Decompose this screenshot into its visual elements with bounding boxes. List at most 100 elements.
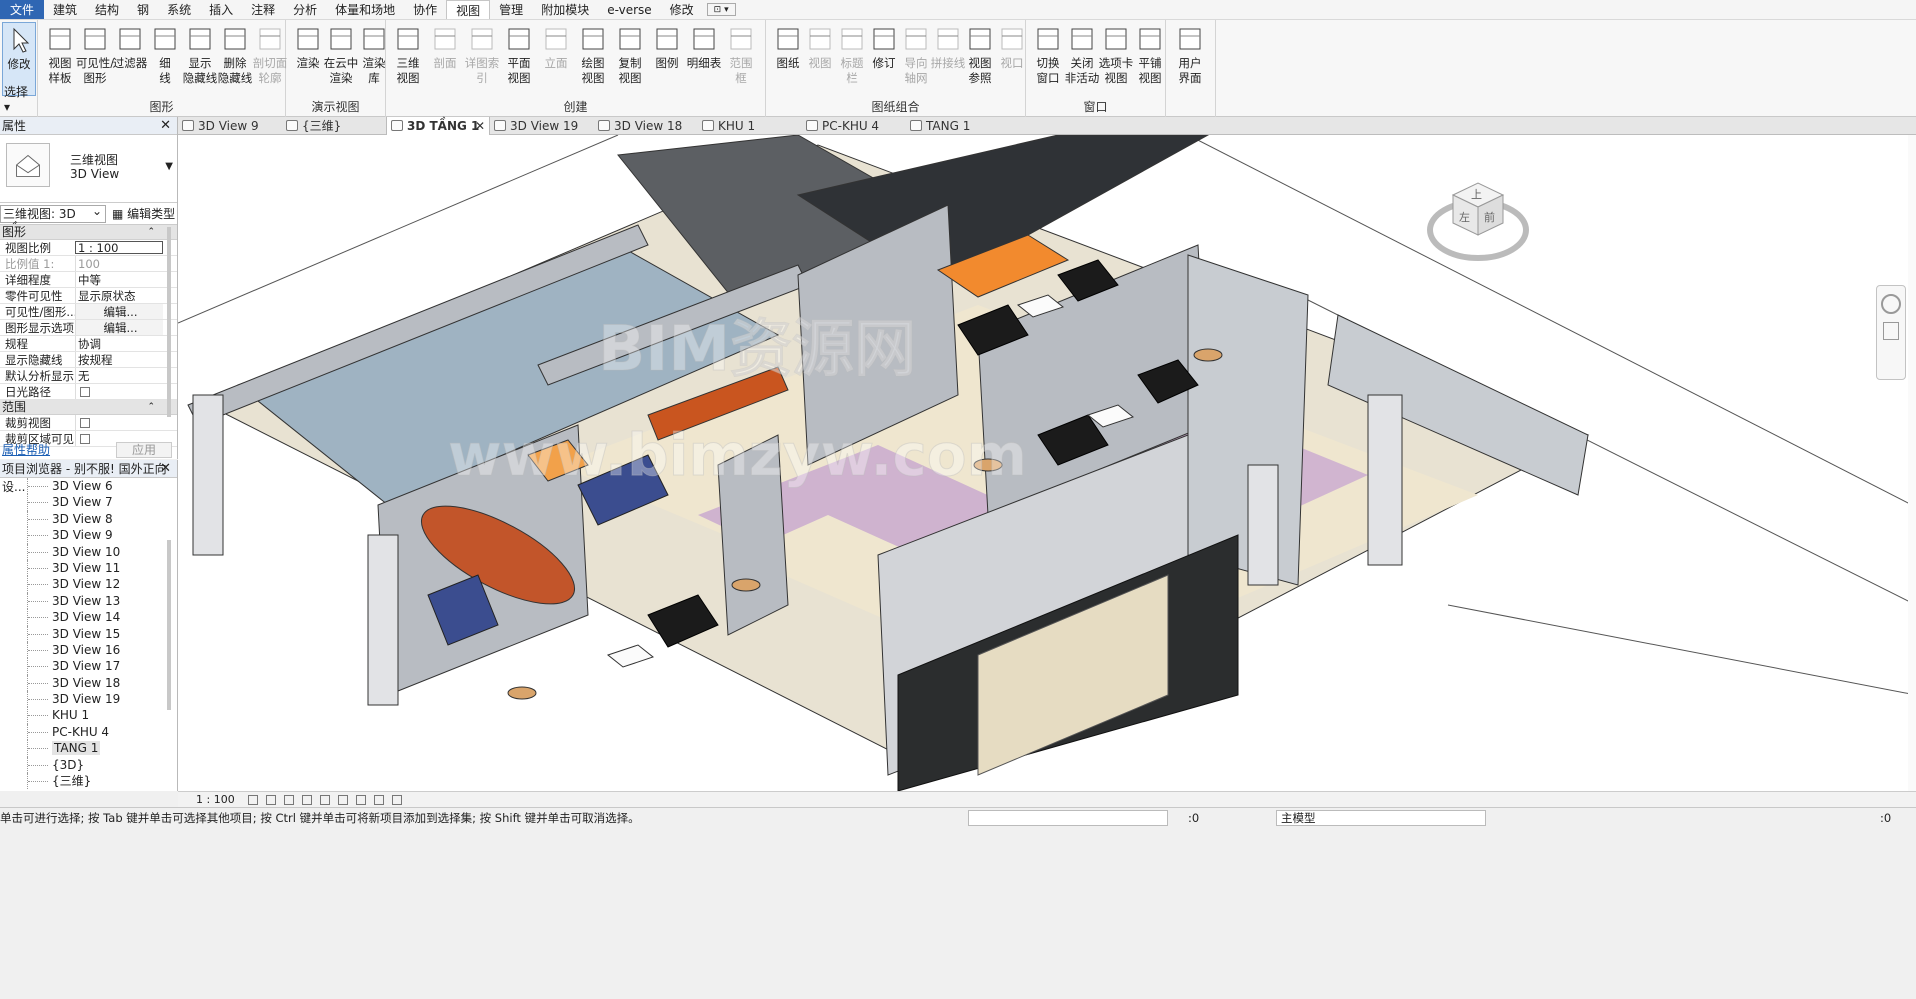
property-value[interactable]: 显示原状态 <box>75 288 163 303</box>
menu-item[interactable]: 注释 <box>242 0 284 19</box>
render-icon[interactable] <box>320 795 330 805</box>
browser-item[interactable]: 3D View 14 <box>0 609 170 626</box>
edit-type-button[interactable]: ▦ 编辑类型 <box>112 205 175 222</box>
browser-item[interactable]: KHU 1 <box>0 707 170 725</box>
property-value[interactable]: 编辑... <box>75 304 163 319</box>
menu-item[interactable]: ⊡ ▾ <box>706 3 736 16</box>
ribbon-tool[interactable]: 用户 界面 <box>1170 22 1210 86</box>
browser-item[interactable]: 3D View 10 <box>0 543 170 561</box>
menu-item[interactable]: 文件 <box>0 0 45 19</box>
property-value[interactable]: 100 <box>75 256 163 271</box>
view-tab[interactable]: 3D View 9 <box>178 117 282 135</box>
menu-item[interactable]: e-verse <box>598 0 660 19</box>
view-tab[interactable]: 3D TẦNG 1 ✕ <box>386 117 490 135</box>
property-value[interactable]: 按规程 <box>75 352 163 367</box>
select-dropdown[interactable]: 选择 ▾ <box>4 83 37 114</box>
type-selector[interactable]: 三维视图 3D View ▼ <box>0 135 177 203</box>
ribbon-tool[interactable]: 细 线 <box>145 22 185 86</box>
view-tab[interactable]: KHU 1 <box>698 117 802 135</box>
browser-item[interactable]: 3D View 7 <box>0 494 170 512</box>
workset-dropdown[interactable] <box>968 810 1168 826</box>
menu-item[interactable]: 视图 <box>446 0 491 19</box>
browser-item[interactable]: 3D View 18 <box>0 674 170 692</box>
browser-item[interactable]: 3D View 16 <box>0 641 170 659</box>
viewport-scrollbar[interactable] <box>1908 135 1916 791</box>
ribbon-tool[interactable]: 明细表 <box>684 22 724 71</box>
ribbon-tool[interactable]: 平面 视图 <box>499 22 539 86</box>
ribbon-tool[interactable]: 显示 隐藏线 <box>180 22 220 86</box>
ribbon-tool[interactable]: 视图 样板 <box>40 22 80 86</box>
property-value[interactable] <box>75 384 163 399</box>
menu-item[interactable]: 体量和场地 <box>326 0 404 19</box>
lock-icon[interactable] <box>374 795 384 805</box>
property-checkbox[interactable] <box>80 418 90 428</box>
menu-item[interactable]: 协作 <box>404 0 446 19</box>
browser-item[interactable]: {3D} <box>0 756 170 774</box>
browser-item[interactable]: 3D View 19 <box>0 691 170 708</box>
browser-item[interactable]: 3D View 13 <box>0 592 170 610</box>
design-option-dropdown[interactable]: 主模型 <box>1276 810 1486 826</box>
ribbon-tool[interactable]: 过滤器 <box>110 22 150 71</box>
property-value[interactable]: 1 : 100 <box>75 241 163 254</box>
browser-scrollbar[interactable] <box>167 540 171 710</box>
viewcube[interactable]: 上 左 前 <box>1427 182 1529 261</box>
browser-item[interactable]: 3D View 15 <box>0 625 170 643</box>
menu-item[interactable]: 钢 <box>128 0 158 19</box>
menu-item[interactable]: 分析 <box>284 0 326 19</box>
browser-item[interactable]: TANG 1 <box>0 740 170 758</box>
property-value[interactable]: 无 <box>75 368 163 383</box>
view-tab[interactable]: 3D View 19 <box>490 117 594 135</box>
browser-item[interactable]: 3D View 8 <box>0 510 170 528</box>
browser-item[interactable]: 3D View 9 <box>0 527 170 544</box>
menu-item[interactable]: 附加模块 <box>532 0 598 19</box>
menu-item[interactable]: 系统 <box>158 0 200 19</box>
menu-item[interactable]: 插入 <box>200 0 242 19</box>
ribbon-tool[interactable]: 绘图 视图 <box>573 22 613 86</box>
steering-wheel-icon[interactable] <box>1881 294 1901 314</box>
property-value[interactable] <box>75 415 163 430</box>
shadows-icon[interactable] <box>302 795 312 805</box>
zoom-icon[interactable] <box>1883 322 1899 340</box>
browser-item[interactable]: PC-KHU 4 <box>0 723 170 741</box>
sun-path-icon[interactable] <box>284 795 294 805</box>
browser-item[interactable]: 3D View 17 <box>0 658 170 676</box>
ribbon-tool[interactable]: 详图索引 <box>462 22 502 86</box>
close-icon[interactable]: ✕ <box>160 460 171 478</box>
ribbon-tool[interactable]: 平铺 视图 <box>1130 22 1170 86</box>
ribbon-tool[interactable]: 立面 <box>536 22 576 71</box>
browser-item[interactable]: {三维} <box>0 773 170 790</box>
ribbon-tool[interactable]: 范围 框 <box>721 22 761 86</box>
browser-item[interactable]: 3D View 12 <box>0 576 170 594</box>
close-icon[interactable]: ✕ <box>160 117 171 135</box>
menu-item[interactable]: 修改 <box>661 0 703 19</box>
3d-viewport[interactable]: BIM资源网 www.bimzyw.com 上 左 前 <box>178 135 1916 791</box>
crop-icon[interactable] <box>338 795 348 805</box>
property-checkbox[interactable] <box>80 387 90 397</box>
properties-help-link[interactable]: 属性帮助 <box>0 443 50 457</box>
show-crop-icon[interactable] <box>356 795 366 805</box>
group-graphics[interactable]: 图形 ⌃ <box>0 225 177 240</box>
instance-dropdown[interactable]: 三维视图: 3D TẦNG <box>0 203 106 237</box>
group-extents[interactable]: 范围 ⌃ <box>0 400 177 415</box>
visual-style-icon[interactable] <box>266 795 276 805</box>
properties-scrollbar[interactable] <box>167 227 171 417</box>
apply-button[interactable]: 应用 <box>116 442 172 458</box>
menu-item[interactable]: 结构 <box>86 0 128 19</box>
menu-item[interactable]: 建筑 <box>44 0 86 19</box>
navigation-bar[interactable] <box>1876 285 1906 380</box>
view-tab[interactable]: {三维} <box>282 117 386 135</box>
property-value[interactable]: 编辑... <box>75 320 163 335</box>
view-tab[interactable]: PC-KHU 4 <box>802 117 906 135</box>
view-scale[interactable]: 1 : 100 <box>196 792 235 807</box>
menu-item[interactable]: 管理 <box>490 0 532 19</box>
close-icon[interactable]: ✕ <box>475 117 485 135</box>
ribbon-tool[interactable]: 可见性/ 图形 <box>75 22 115 86</box>
ribbon-tool[interactable]: 图例 <box>647 22 687 71</box>
view-tab[interactable]: 3D View 18 <box>594 117 698 135</box>
ribbon-tool[interactable]: 三维 视图 <box>388 22 428 86</box>
browser-item[interactable]: 3D View 6 <box>0 478 170 495</box>
ribbon-tool[interactable]: 剖面 <box>425 22 465 71</box>
view-tab[interactable]: TANG 1 <box>906 117 1010 135</box>
ribbon-tool[interactable]: 删除 隐藏线 <box>215 22 255 86</box>
ribbon-tool[interactable]: 剖切面 轮廓 <box>250 22 290 86</box>
